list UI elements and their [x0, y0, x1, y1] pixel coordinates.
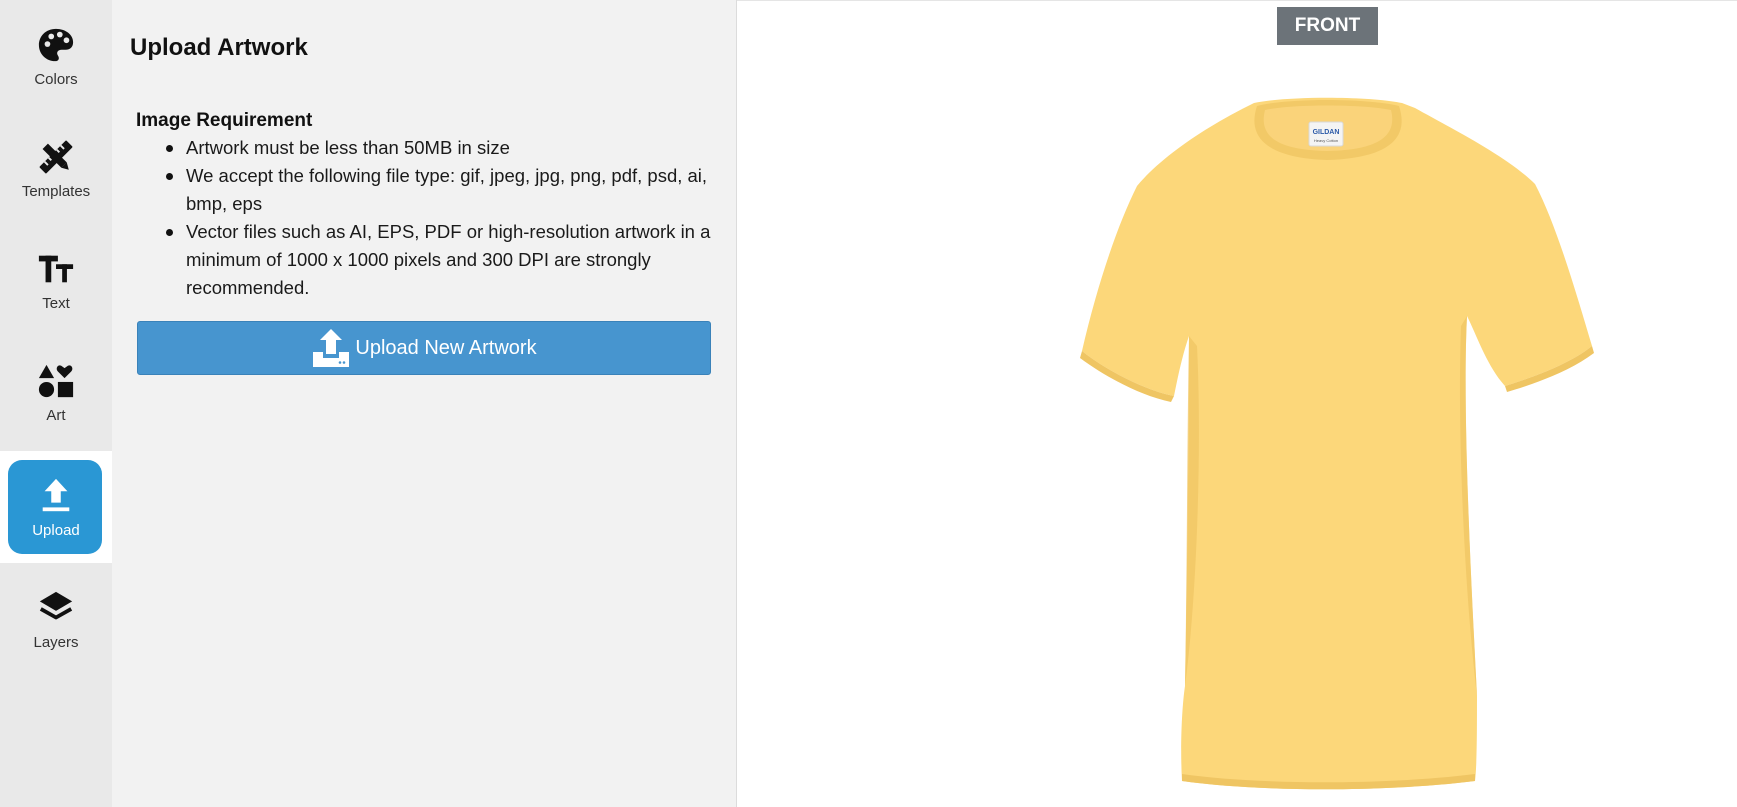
requirement-heading: Image Requirement	[136, 110, 313, 131]
upload-panel: Upload Artwork Image Requirement Artwork…	[112, 0, 737, 807]
design-canvas[interactable]: FRONT GILDAN Heavy Cotton	[737, 0, 1737, 807]
tool-sidebar: Colors Templates Text Art Upload Layers	[0, 0, 112, 807]
text-size-icon	[36, 249, 76, 289]
requirement-item: We accept the following file type: gif, …	[136, 162, 726, 218]
sidebar-label-colors: Colors	[34, 70, 78, 88]
sidebar-item-upload[interactable]: Upload	[0, 451, 112, 563]
upload-tray-icon	[311, 328, 351, 368]
requirement-list: Artwork must be less than 50MB in size W…	[136, 134, 726, 302]
requirement-item: Artwork must be less than 50MB in size	[136, 134, 726, 162]
palette-icon	[36, 25, 76, 65]
upload-new-artwork-button[interactable]: Upload New Artwork	[137, 321, 711, 375]
sidebar-item-text[interactable]: Text	[0, 224, 112, 336]
requirement-item: Vector files such as AI, EPS, PDF or hig…	[136, 218, 726, 302]
brand-tag-text: GILDAN	[1313, 129, 1340, 136]
upload-icon	[36, 476, 76, 516]
shapes-icon	[36, 361, 76, 401]
upload-button-label: Upload New Artwork	[355, 336, 537, 359]
sidebar-item-templates[interactable]: Templates	[0, 112, 112, 224]
sidebar-item-layers[interactable]: Layers	[0, 563, 112, 675]
sidebar-item-colors[interactable]: Colors	[0, 0, 112, 112]
sidebar-label-art: Art	[46, 406, 66, 424]
sidebar-label-templates: Templates	[21, 182, 91, 200]
panel-title: Upload Artwork	[130, 34, 308, 61]
sidebar-label-upload: Upload	[32, 521, 80, 539]
designer-app: Colors Templates Text Art Upload Layers …	[0, 0, 1737, 807]
view-tab-front[interactable]: FRONT	[1277, 7, 1378, 45]
brand-tag-subtext: Heavy Cotton	[1314, 138, 1338, 143]
sidebar-label-layers: Layers	[33, 633, 79, 651]
tshirt-product-image: GILDAN Heavy Cotton	[1080, 97, 1594, 790]
sidebar-item-art[interactable]: Art	[0, 336, 112, 448]
pencil-ruler-icon	[36, 137, 76, 177]
sidebar-label-text: Text	[42, 294, 70, 312]
layers-icon	[36, 588, 76, 628]
